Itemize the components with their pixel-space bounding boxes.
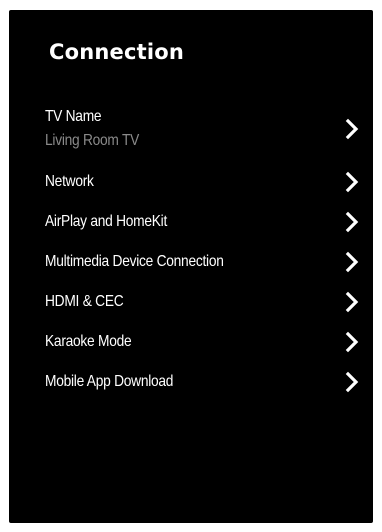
menu-item-karaoke-mode[interactable]: Karaoke Mode (9, 322, 373, 362)
chevron-right-icon (345, 331, 359, 353)
chevron-right-icon (345, 251, 359, 273)
menu-item-texts: TV Name Living Room TV (45, 108, 154, 150)
menu-item-airplay-homekit[interactable]: AirPlay and HomeKit (9, 202, 373, 242)
chevron-right-icon (345, 371, 359, 393)
menu-item-mobile-app-download[interactable]: Mobile App Download (9, 362, 373, 402)
settings-panel: Connection TV Name Living Room TV Networ… (9, 10, 373, 523)
menu-item-multimedia-device-connection[interactable]: Multimedia Device Connection (9, 242, 373, 282)
menu-item-label: TV Name (45, 108, 102, 125)
page-title: Connection (49, 40, 185, 64)
menu-item-label: Mobile App Download (45, 373, 174, 390)
menu-item-label: HDMI & CEC (45, 293, 124, 310)
chevron-right-icon (345, 291, 359, 313)
menu-item-label: Network (45, 173, 94, 190)
menu-item-tv-name[interactable]: TV Name Living Room TV (9, 96, 373, 162)
tv-name-value: Living Room TV (45, 132, 140, 149)
connection-menu: TV Name Living Room TV Network AirPlay a… (9, 96, 373, 402)
menu-item-label: Karaoke Mode (45, 333, 132, 350)
menu-item-network[interactable]: Network (9, 162, 373, 202)
chevron-right-icon (345, 118, 359, 140)
menu-item-hdmi-cec[interactable]: HDMI & CEC (9, 282, 373, 322)
chevron-right-icon (345, 171, 359, 193)
menu-item-label: AirPlay and HomeKit (45, 213, 168, 230)
chevron-right-icon (345, 211, 359, 233)
menu-item-label: Multimedia Device Connection (45, 253, 224, 270)
